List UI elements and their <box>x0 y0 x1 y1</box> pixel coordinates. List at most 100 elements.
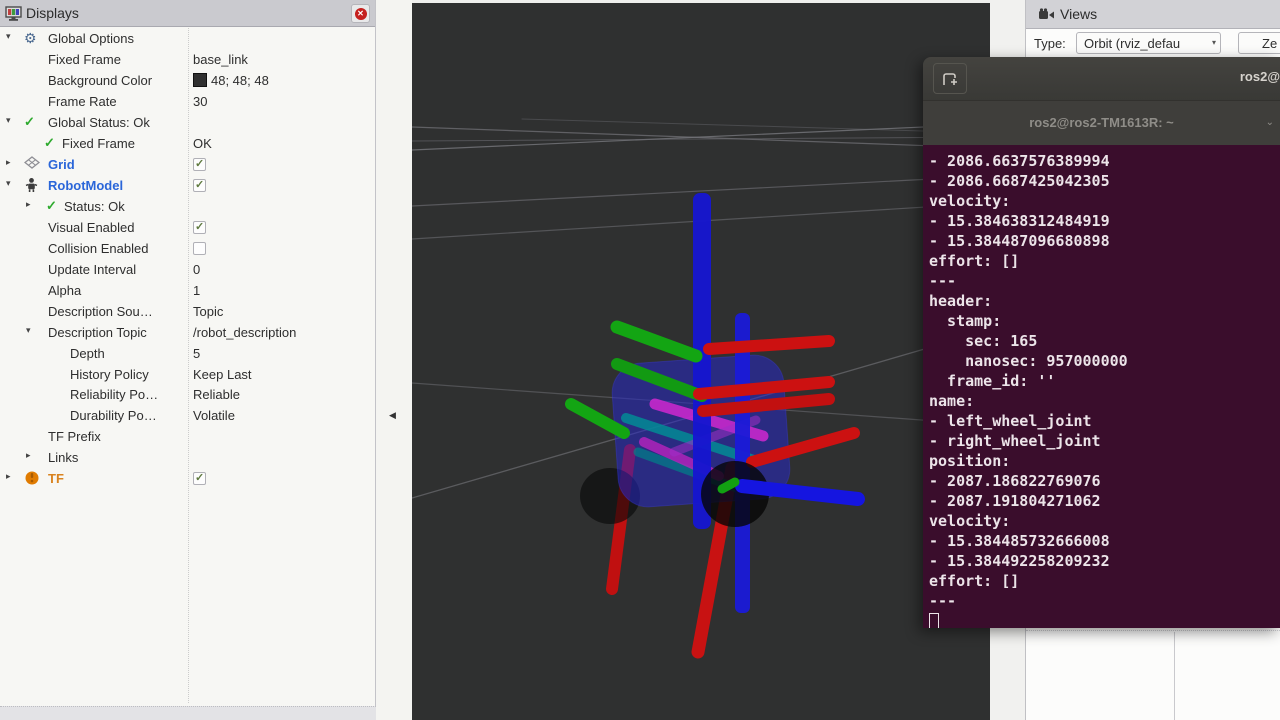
display-row-description-topic[interactable]: ▾ Description Topic/robot_description <box>0 322 375 343</box>
property-value[interactable]: 0 <box>193 262 200 277</box>
display-row-durability-po[interactable]: Durability Po… Volatile <box>0 405 375 426</box>
bottom-panel-strip <box>0 706 412 720</box>
expand-arrow-icon[interactable]: ▸ <box>26 450 31 461</box>
enabled-checkbox[interactable] <box>193 158 206 171</box>
property-value[interactable]: 5 <box>193 346 200 361</box>
display-row-tf-prefix[interactable]: TF Prefix <box>0 426 375 447</box>
property-label: TF <box>48 471 64 486</box>
display-row-global-status-ok[interactable]: ▾✓Global Status: Ok <box>0 112 375 133</box>
terminal-window[interactable]: ros2@ ros2@ros2-TM1613R: ~ ⌄ - 2086.6637… <box>923 57 1280 628</box>
enabled-checkbox[interactable] <box>193 472 206 485</box>
rviz-window: Displays ✕ ▾ ⚙ Global Options Fixed Frame ba… <box>0 0 1280 720</box>
displays-close-button[interactable]: ✕ <box>351 4 370 23</box>
collapse-arrow-icon[interactable]: ▾ <box>6 115 11 126</box>
property-value[interactable]: Topic <box>193 304 223 319</box>
enabled-checkbox[interactable] <box>193 221 206 234</box>
viewport-scene <box>412 0 990 720</box>
property-value[interactable]: Volatile <box>193 408 235 423</box>
status-ok-check-icon: ✓ <box>24 114 41 131</box>
property-label: Durability Po… <box>70 408 157 423</box>
display-row-global-options[interactable]: ▾ ⚙ Global Options <box>0 28 375 49</box>
property-value[interactable]: 30 <box>193 94 207 109</box>
property-label: Global Options <box>48 31 134 46</box>
collapse-arrow-icon[interactable]: ▾ <box>6 178 11 189</box>
display-row-depth[interactable]: Depth 5 <box>0 343 375 364</box>
expand-arrow-icon[interactable]: ▸ <box>6 471 11 482</box>
collapse-arrow-icon[interactable]: ▾ <box>6 31 11 42</box>
enabled-checkbox[interactable] <box>193 242 206 255</box>
property-value[interactable]: 48; 48; 48 <box>193 73 269 88</box>
property-value[interactable]: OK <box>193 136 212 151</box>
chevron-down-icon[interactable]: ⌄ <box>1266 117 1274 128</box>
new-tab-button[interactable] <box>933 63 967 94</box>
property-label: History Policy <box>70 367 149 382</box>
display-row-reliability-po[interactable]: Reliability Po…Reliable <box>0 384 375 405</box>
zero-button[interactable]: Ze <box>1238 32 1280 54</box>
display-row-status-ok[interactable]: ▸✓Status: Ok <box>0 196 375 217</box>
property-value[interactable]: 1 <box>193 283 200 298</box>
terminal-line: - 15.384485732666008 <box>929 531 1280 551</box>
terminal-line: velocity: <box>929 191 1280 211</box>
expand-arrow-icon[interactable]: ▸ <box>26 199 31 210</box>
display-row-tf[interactable]: ▸ TF <box>0 468 375 489</box>
viewport-top-edge <box>412 0 990 3</box>
gear-icon-wrap: ⚙ <box>24 30 41 47</box>
property-label: Alpha <box>48 283 81 298</box>
terminal-line: nanosec: 957000000 <box>929 351 1280 371</box>
tf-icon <box>24 470 40 486</box>
robot-model <box>571 193 858 652</box>
display-row-description-sou[interactable]: Description Sou… Topic <box>0 301 375 322</box>
terminal-line: - 2086.6687425042305 <box>929 171 1280 191</box>
display-row-fixed-frame[interactable]: ✓Fixed Frame OK <box>0 133 375 154</box>
property-value[interactable]: base_link <box>193 52 248 67</box>
terminal-line: --- <box>929 591 1280 611</box>
display-row-alpha[interactable]: Alpha 1 <box>0 280 375 301</box>
property-label: Fixed Frame <box>62 136 135 151</box>
display-row-background-color[interactable]: Background Color48; 48; 48 <box>0 70 375 91</box>
views-vertical-divider[interactable] <box>1174 632 1175 720</box>
display-row-visual-enabled[interactable]: Visual Enabled <box>0 217 375 238</box>
status-ok-check-icon: ✓ <box>44 135 61 152</box>
property-label: Status: Ok <box>64 199 125 214</box>
displays-panel-title: Displays <box>26 5 79 21</box>
property-label: Visual Enabled <box>48 220 135 235</box>
render-viewport[interactable] <box>412 0 990 720</box>
terminal-prompt-line <box>929 611 1280 628</box>
display-row-history-policy[interactable]: History Policy Keep Last <box>0 364 375 385</box>
display-row-grid[interactable]: ▸ Grid <box>0 154 375 175</box>
property-value[interactable]: Reliable <box>193 387 240 402</box>
terminal-line: - 2087.186822769076 <box>929 471 1280 491</box>
display-row-fixed-frame[interactable]: Fixed Frame base_link <box>0 49 375 70</box>
property-label: Update Interval <box>48 262 136 277</box>
property-label: Fixed Frame <box>48 52 121 67</box>
views-panel-titlebar[interactable]: Views <box>1026 0 1280 29</box>
new-tab-icon <box>942 72 960 87</box>
terminal-line: - right_wheel_joint <box>929 431 1280 451</box>
view-type-dropdown[interactable]: Orbit (rviz_defau ▾ <box>1076 32 1221 54</box>
property-label: RobotModel <box>48 178 123 193</box>
views-panel-title: Views <box>1060 6 1097 22</box>
property-label: Description Sou… <box>48 304 153 319</box>
terminal-line: - 15.384487096680898 <box>929 231 1280 251</box>
property-label: TF Prefix <box>48 429 101 444</box>
display-row-links[interactable]: ▸Links <box>0 447 375 468</box>
display-row-update-interval[interactable]: Update Interval 0 <box>0 259 375 280</box>
enabled-checkbox[interactable] <box>193 179 206 192</box>
collapse-handle-icon[interactable]: ◀ <box>389 410 396 421</box>
property-label: Description Topic <box>48 325 147 340</box>
display-row-frame-rate[interactable]: Frame Rate30 <box>0 91 375 112</box>
expand-arrow-icon[interactable]: ▸ <box>6 157 11 168</box>
terminal-tab[interactable]: ros2@ros2-TM1613R: ~ <box>923 115 1280 130</box>
property-value[interactable]: /robot_description <box>193 325 296 340</box>
robot-icon-wrap <box>24 177 41 194</box>
terminal-titlebar[interactable]: ros2@ <box>923 57 1280 100</box>
terminal-line: - 15.384492258209232 <box>929 551 1280 571</box>
display-row-collision-enabled[interactable]: Collision Enabled <box>0 238 375 259</box>
terminal-line: - 2086.6637576389994 <box>929 151 1280 171</box>
property-label: Depth <box>70 346 105 361</box>
displays-panel-titlebar[interactable]: Displays ✕ <box>0 0 375 27</box>
view-type-value: Orbit (rviz_defau <box>1084 36 1180 51</box>
property-value[interactable]: Keep Last <box>193 367 252 382</box>
display-row-robotmodel[interactable]: ▾ RobotModel <box>0 175 375 196</box>
collapse-arrow-icon[interactable]: ▾ <box>26 325 31 336</box>
